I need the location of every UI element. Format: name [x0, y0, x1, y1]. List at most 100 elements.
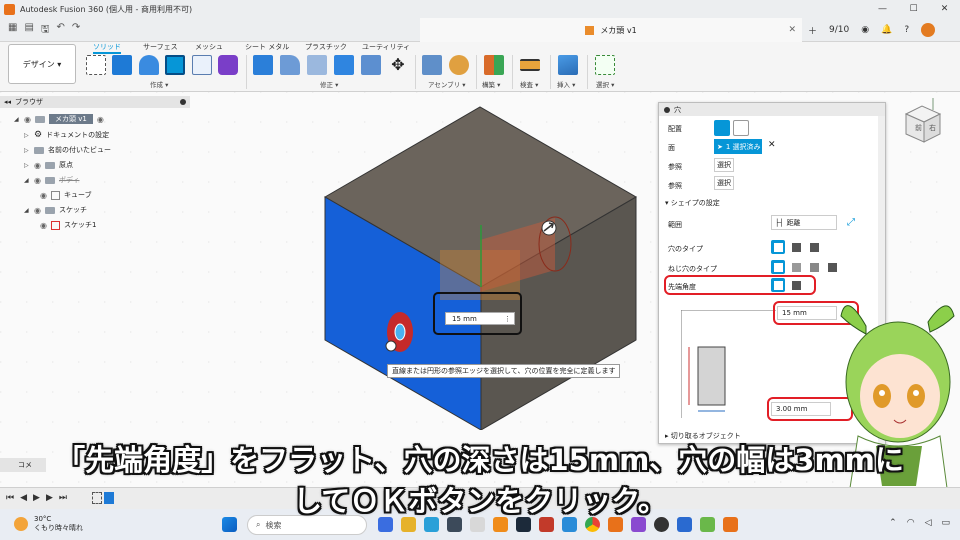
shape-settings-section[interactable]: ▾ シェイプの設定 — [665, 198, 720, 208]
online-status-icon[interactable]: ◉ — [861, 25, 869, 35]
notifications-icon[interactable]: 🔔 — [881, 25, 892, 35]
collapse-browser-icon[interactable]: ◂◂ — [4, 98, 11, 106]
flip-direction-icon[interactable]: ⤢ — [847, 217, 855, 228]
create-sketch-icon[interactable] — [86, 55, 106, 75]
width-value-input[interactable]: 3.00 mm — [771, 402, 831, 416]
tab-plastic[interactable]: プラスチック — [305, 42, 347, 52]
inspect-group-label[interactable]: 検査 ▾ — [520, 79, 538, 89]
fillet-icon[interactable] — [280, 55, 300, 75]
visibility-eye-icon[interactable]: ◉ — [24, 115, 31, 124]
visibility-eye-icon[interactable]: ◉ — [34, 206, 41, 215]
offset-plane-icon[interactable] — [484, 55, 504, 75]
multiple-holes-button[interactable] — [733, 120, 749, 136]
visibility-eye-icon[interactable]: ◉ — [40, 221, 47, 230]
close-tab-icon[interactable]: ✕ — [788, 25, 796, 35]
expand-arrow-icon[interactable]: ◢ — [14, 116, 20, 123]
press-pull-icon[interactable] — [253, 55, 273, 75]
tree-item-origin[interactable]: ▷ ◉ 原点 — [24, 159, 73, 171]
user-avatar[interactable] — [921, 23, 936, 37]
minimize-button[interactable]: — — [867, 0, 898, 18]
select-box-icon[interactable] — [595, 55, 615, 75]
taper-tapped-option[interactable] — [825, 260, 839, 274]
document-tab[interactable]: メカ頭 v1 ✕ — [420, 18, 802, 42]
expand-arrow-icon[interactable]: ◢ — [24, 207, 30, 214]
hole-icon[interactable] — [165, 55, 185, 75]
flat-tip-option[interactable] — [771, 278, 785, 292]
new-tab-icon[interactable]: ＋ — [808, 24, 817, 37]
close-window-button[interactable]: ✕ — [929, 0, 960, 18]
tab-surface[interactable]: サーフェス — [143, 42, 178, 52]
tree-item-sketch1[interactable]: ◉ スケッチ1 — [40, 219, 96, 231]
expand-arrow-icon[interactable]: ◢ — [24, 177, 30, 184]
move-copy-icon[interactable]: ✥ — [388, 55, 408, 75]
expand-arrow-icon[interactable]: ▷ — [24, 132, 30, 139]
reference1-select-button[interactable]: 選択 — [714, 158, 734, 172]
direction-arrow-icon[interactable] — [541, 220, 557, 236]
tapped-option[interactable] — [807, 260, 821, 274]
visibility-eye-icon[interactable]: ◉ — [34, 161, 41, 170]
simple-thread-option[interactable] — [771, 260, 785, 274]
insert-image-icon[interactable] — [558, 55, 578, 75]
shell-icon[interactable] — [334, 55, 354, 75]
revolve-icon[interactable] — [139, 55, 159, 75]
workspace-switcher[interactable]: デザイン ▾ — [8, 44, 76, 84]
pattern-icon[interactable] — [192, 55, 212, 75]
insert-group-label[interactable]: 挿入 ▾ — [557, 79, 575, 89]
measure-icon[interactable] — [520, 59, 540, 71]
create-form-icon[interactable] — [218, 55, 238, 75]
tab-sheet-metal[interactable]: シート メタル — [245, 42, 289, 52]
clear-selection-icon[interactable]: ✕ — [768, 140, 776, 150]
angled-tip-option[interactable] — [789, 278, 803, 292]
activate-radio-icon[interactable]: ◉ — [97, 115, 104, 124]
extents-dropdown[interactable]: ├┤ 距離 — [771, 215, 837, 230]
file-menu-icon[interactable]: ▤ — [24, 22, 33, 39]
new-component-icon[interactable] — [422, 55, 442, 75]
save-icon[interactable]: 🖫 — [41, 22, 50, 39]
select-group-label[interactable]: 選択 ▾ — [596, 79, 614, 89]
cube-model[interactable] — [320, 100, 640, 430]
joint-icon[interactable] — [449, 55, 469, 75]
tree-item-cube-body[interactable]: ◉ キューブ — [40, 189, 92, 201]
single-hole-button[interactable] — [714, 120, 730, 136]
tab-utilities[interactable]: ユーティリティ — [362, 42, 410, 52]
tree-item-sketches[interactable]: ◢ ◉ スケッチ — [24, 204, 87, 216]
redo-icon[interactable]: ↷ — [72, 22, 80, 39]
reference2-select-button[interactable]: 選択 — [714, 176, 734, 190]
modify-group-label[interactable]: 修正 ▾ — [320, 79, 338, 89]
counterbore-option[interactable] — [789, 240, 803, 254]
tree-item-named-views[interactable]: ▷ 名前の付いたビュー — [24, 144, 111, 156]
visibility-eye-icon[interactable]: ◉ — [34, 176, 41, 185]
job-status-count[interactable]: 9/10 — [829, 25, 849, 35]
create-group-label[interactable]: 作成 ▾ — [150, 79, 168, 89]
browser-pin-icon[interactable] — [180, 99, 186, 105]
combine-icon[interactable] — [361, 55, 381, 75]
expand-arrow-icon[interactable]: ▷ — [24, 147, 30, 154]
maximize-button[interactable]: ☐ — [898, 0, 929, 18]
clearance-option[interactable] — [789, 260, 803, 274]
simple-hole-option[interactable] — [771, 240, 785, 254]
depth-value-input[interactable]: 15 mm — [777, 306, 837, 320]
dialog-collapse-icon[interactable] — [664, 106, 670, 113]
assemble-group-label[interactable]: アセンブリ ▾ — [428, 79, 466, 89]
tree-item-root[interactable]: ◢ ◉ メカ頭 v1 ◉ — [14, 113, 104, 125]
undo-icon[interactable]: ↶ — [56, 22, 64, 39]
data-panel-icon[interactable]: ▦ — [8, 22, 17, 39]
tree-item-bodies[interactable]: ◢ ◉ ボディ — [24, 174, 80, 186]
more-options-icon[interactable]: ⋮ — [504, 315, 511, 323]
viewcube-right-label[interactable]: 右 — [929, 123, 936, 132]
folder-icon — [44, 206, 55, 214]
extrude-icon[interactable] — [112, 55, 132, 75]
help-icon[interactable]: ? — [904, 25, 909, 35]
tab-solid[interactable]: ソリッド — [93, 42, 121, 54]
tab-mesh[interactable]: メッシュ — [195, 42, 223, 52]
viewcube[interactable]: 前 右 — [900, 96, 946, 150]
expand-arrow-icon[interactable]: ▷ — [24, 162, 30, 169]
depth-input-field[interactable]: 15 mm ⋮ — [445, 312, 515, 325]
viewcube-front-label[interactable]: 前 — [915, 123, 922, 132]
countersink-option[interactable] — [807, 240, 821, 254]
face-selection-chip[interactable]: ➤ 1 選択済み — [714, 139, 762, 154]
chamfer-icon[interactable] — [307, 55, 327, 75]
construct-group-label[interactable]: 構築 ▾ — [482, 79, 500, 89]
visibility-eye-icon[interactable]: ◉ — [40, 191, 47, 200]
tree-item-doc-settings[interactable]: ▷ ⚙ ドキュメントの設定 — [24, 129, 109, 141]
